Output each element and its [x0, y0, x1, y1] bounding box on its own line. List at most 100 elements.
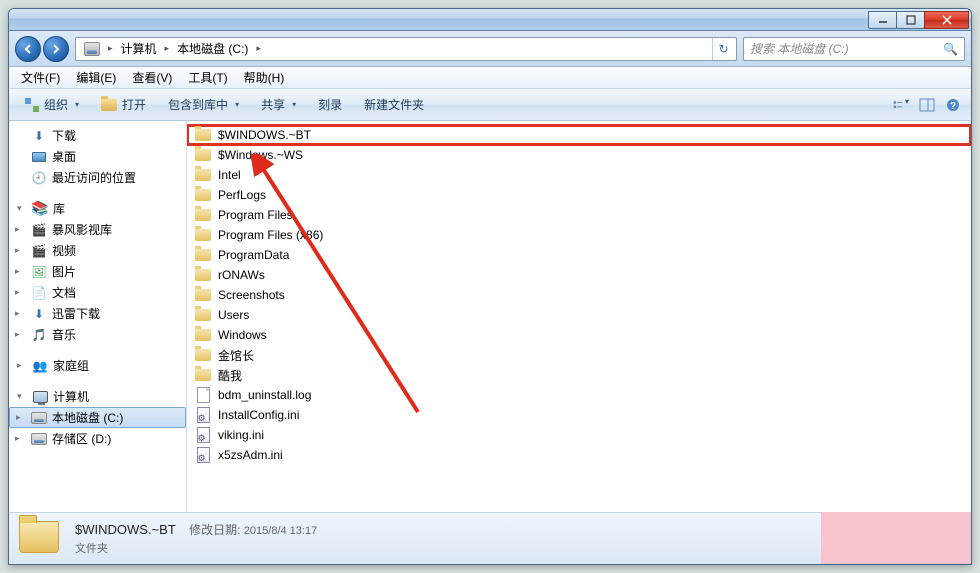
file-row[interactable]: bdm_uninstall.log [187, 385, 971, 405]
file-row[interactable]: Program Files (x86) [187, 225, 971, 245]
address-bar[interactable]: ▸ 计算机 ▸ 本地磁盘 (C:) ▸ ↻ [75, 37, 737, 61]
tree-item[interactable]: 🕘最近访问的位置 [9, 167, 186, 188]
tree-item[interactable]: ⬇下载 [9, 125, 186, 146]
burn-button[interactable]: 刻录 [308, 92, 352, 117]
expand-icon[interactable]: ▸ [16, 412, 21, 423]
breadcrumb-root[interactable] [78, 40, 106, 58]
tree-item[interactable]: ▾计算机 [9, 386, 186, 407]
share-button[interactable]: 共享 [251, 92, 306, 117]
expand-icon[interactable]: ▸ [15, 308, 20, 319]
include-library-button[interactable]: 包含到库中 [158, 92, 249, 117]
menu-tools[interactable]: 工具(T) [180, 67, 235, 88]
file-row[interactable]: ProgramData [187, 245, 971, 265]
organize-icon [25, 98, 39, 112]
pink-overlay [821, 512, 971, 564]
file-row[interactable]: $WINDOWS.~BT [187, 125, 971, 145]
file-name: Screenshots [218, 288, 285, 302]
folder-icon [195, 229, 211, 241]
tree-item[interactable]: ▸🎵音乐 [9, 324, 186, 345]
tree-item[interactable]: ▸⬇迅雷下载 [9, 303, 186, 324]
chevron-icon[interactable]: ▸ [108, 43, 113, 54]
open-button[interactable]: 打开 [91, 92, 156, 117]
file-row[interactable]: 酷我 [187, 365, 971, 385]
tree-item[interactable]: ▾📚库 [9, 198, 186, 219]
folder-icon [195, 129, 211, 141]
file-list: $WINDOWS.~BT $Windows.~WS Intel PerfLogs Pro… [187, 121, 971, 512]
view-button[interactable] [889, 93, 913, 117]
tree-item[interactable]: ▸🎬视频 [9, 240, 186, 261]
search-icon[interactable]: 🔍 [943, 42, 958, 56]
folder-icon [195, 329, 211, 341]
details-moddate-label: 修改日期: [189, 523, 240, 537]
tree-label: 音乐 [52, 326, 76, 343]
menu-file[interactable]: 文件(F) [13, 67, 68, 88]
help-button[interactable]: ? [941, 93, 965, 117]
tree-item[interactable]: ▸ 存储区 (D:) [9, 428, 186, 449]
expand-icon[interactable]: ▸ [15, 224, 20, 235]
tree-label: 本地磁盘 (C:) [52, 409, 123, 426]
file-row[interactable]: x5zsAdm.ini [187, 445, 971, 465]
tree-item[interactable]: ▸👥家庭组 [9, 355, 186, 376]
file-row[interactable]: viking.ini [187, 425, 971, 445]
folder-icon [195, 369, 211, 381]
file-row[interactable]: PerfLogs [187, 185, 971, 205]
nav-tree: ⬇下载桌面 🕘最近访问的位置 ▾📚库▸🎬暴风影视库▸🎬视频▸🖼图片▸📄文档▸⬇迅雷下… [9, 121, 187, 512]
folder-icon [195, 349, 211, 361]
refresh-button[interactable]: ↻ [712, 38, 734, 60]
tree-item[interactable]: ▸📄文档 [9, 282, 186, 303]
breadcrumb-drive[interactable]: 本地磁盘 (C:) [171, 38, 254, 59]
tree-item[interactable]: ▸ 本地磁盘 (C:) [9, 407, 186, 428]
menu-edit[interactable]: 编辑(E) [68, 67, 124, 88]
organize-button[interactable]: 组织 [15, 92, 89, 117]
tree-label: 存储区 (D:) [52, 430, 111, 447]
tree-label: 桌面 [52, 148, 76, 165]
file-name: $Windows.~WS [218, 148, 303, 162]
folder-icon [195, 309, 211, 321]
expand-icon[interactable]: ▸ [15, 433, 20, 444]
search-placeholder: 搜索 本地磁盘 (C:) [750, 40, 849, 57]
back-button[interactable] [15, 36, 41, 62]
expand-icon[interactable]: ▸ [15, 266, 20, 277]
file-name: PerfLogs [218, 188, 266, 202]
tree-label: 家庭组 [53, 357, 89, 374]
file-row[interactable]: Windows [187, 325, 971, 345]
window-controls [869, 11, 969, 29]
minimize-button[interactable] [868, 11, 897, 29]
forward-button[interactable] [43, 36, 69, 62]
menu-view[interactable]: 查看(V) [124, 67, 180, 88]
file-row[interactable]: Screenshots [187, 285, 971, 305]
preview-pane-button[interactable] [915, 93, 939, 117]
tree-item[interactable]: ▸🎬暴风影视库 [9, 219, 186, 240]
menu-help[interactable]: 帮助(H) [236, 67, 293, 88]
tree-item[interactable]: ▸🖼图片 [9, 261, 186, 282]
details-name: $WINDOWS.~BT [75, 522, 176, 537]
file-row[interactable]: Program Files [187, 205, 971, 225]
folder-icon [195, 189, 211, 201]
file-name: ProgramData [218, 248, 289, 262]
tree-label: 视频 [52, 242, 76, 259]
chevron-icon[interactable]: ▸ [165, 43, 170, 54]
maximize-button[interactable] [896, 11, 925, 29]
folder-icon [195, 269, 211, 281]
expand-icon[interactable]: ▸ [15, 245, 20, 256]
breadcrumb-computer[interactable]: 计算机 [115, 38, 163, 59]
file-row[interactable]: 金馆长 [187, 345, 971, 365]
new-folder-button[interactable]: 新建文件夹 [354, 92, 434, 117]
expand-icon[interactable]: ▸ [15, 287, 20, 298]
file-row[interactable]: $Windows.~WS [187, 145, 971, 165]
tree-label: 迅雷下载 [52, 305, 100, 322]
explorer-window: ▸ 计算机 ▸ 本地磁盘 (C:) ▸ ↻ 搜索 本地磁盘 (C:) 🔍 文件(… [8, 8, 972, 565]
file-row[interactable]: Intel [187, 165, 971, 185]
close-button[interactable] [924, 11, 969, 29]
file-row[interactable]: Users [187, 305, 971, 325]
search-input[interactable]: 搜索 本地磁盘 (C:) 🔍 [743, 37, 965, 61]
chevron-icon[interactable]: ▸ [256, 43, 261, 54]
tree-item[interactable]: 桌面 [9, 146, 186, 167]
file-row[interactable]: rONAWs [187, 265, 971, 285]
file-name: $WINDOWS.~BT [218, 128, 311, 142]
file-name: 金馆长 [218, 347, 254, 364]
folder-icon [195, 249, 211, 261]
nav-row: ▸ 计算机 ▸ 本地磁盘 (C:) ▸ ↻ 搜索 本地磁盘 (C:) 🔍 [9, 31, 971, 67]
file-row[interactable]: InstallConfig.ini [187, 405, 971, 425]
expand-icon[interactable]: ▸ [15, 329, 20, 340]
